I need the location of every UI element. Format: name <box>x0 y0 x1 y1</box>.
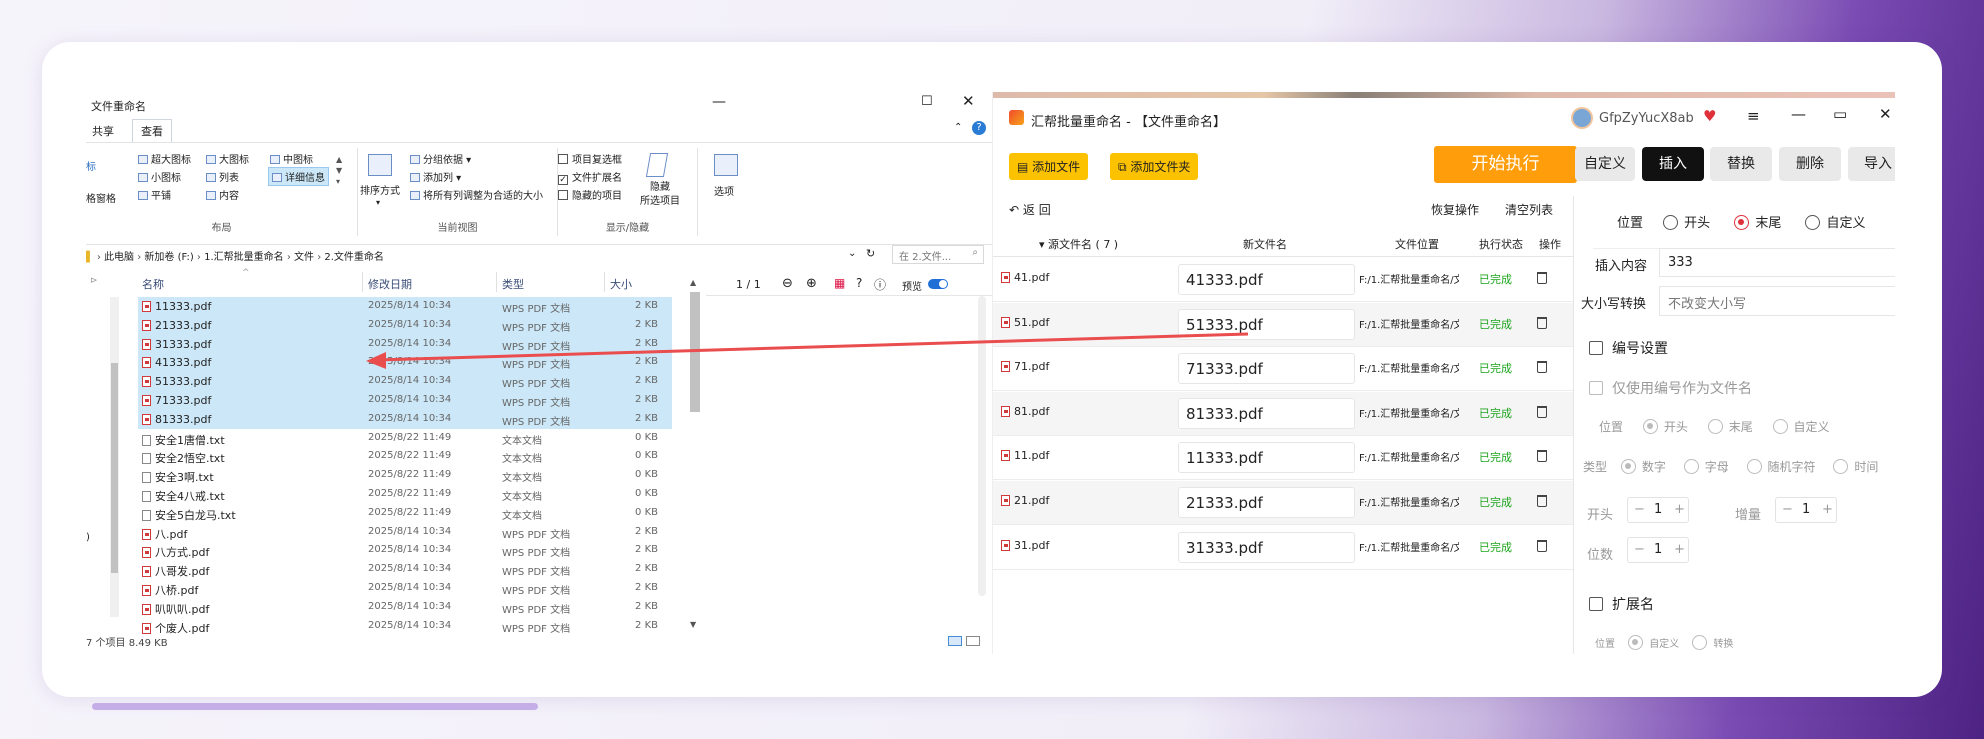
annotation-arrow <box>366 332 1249 369</box>
arrow-line <box>377 332 1249 362</box>
arrow-head <box>366 352 386 369</box>
